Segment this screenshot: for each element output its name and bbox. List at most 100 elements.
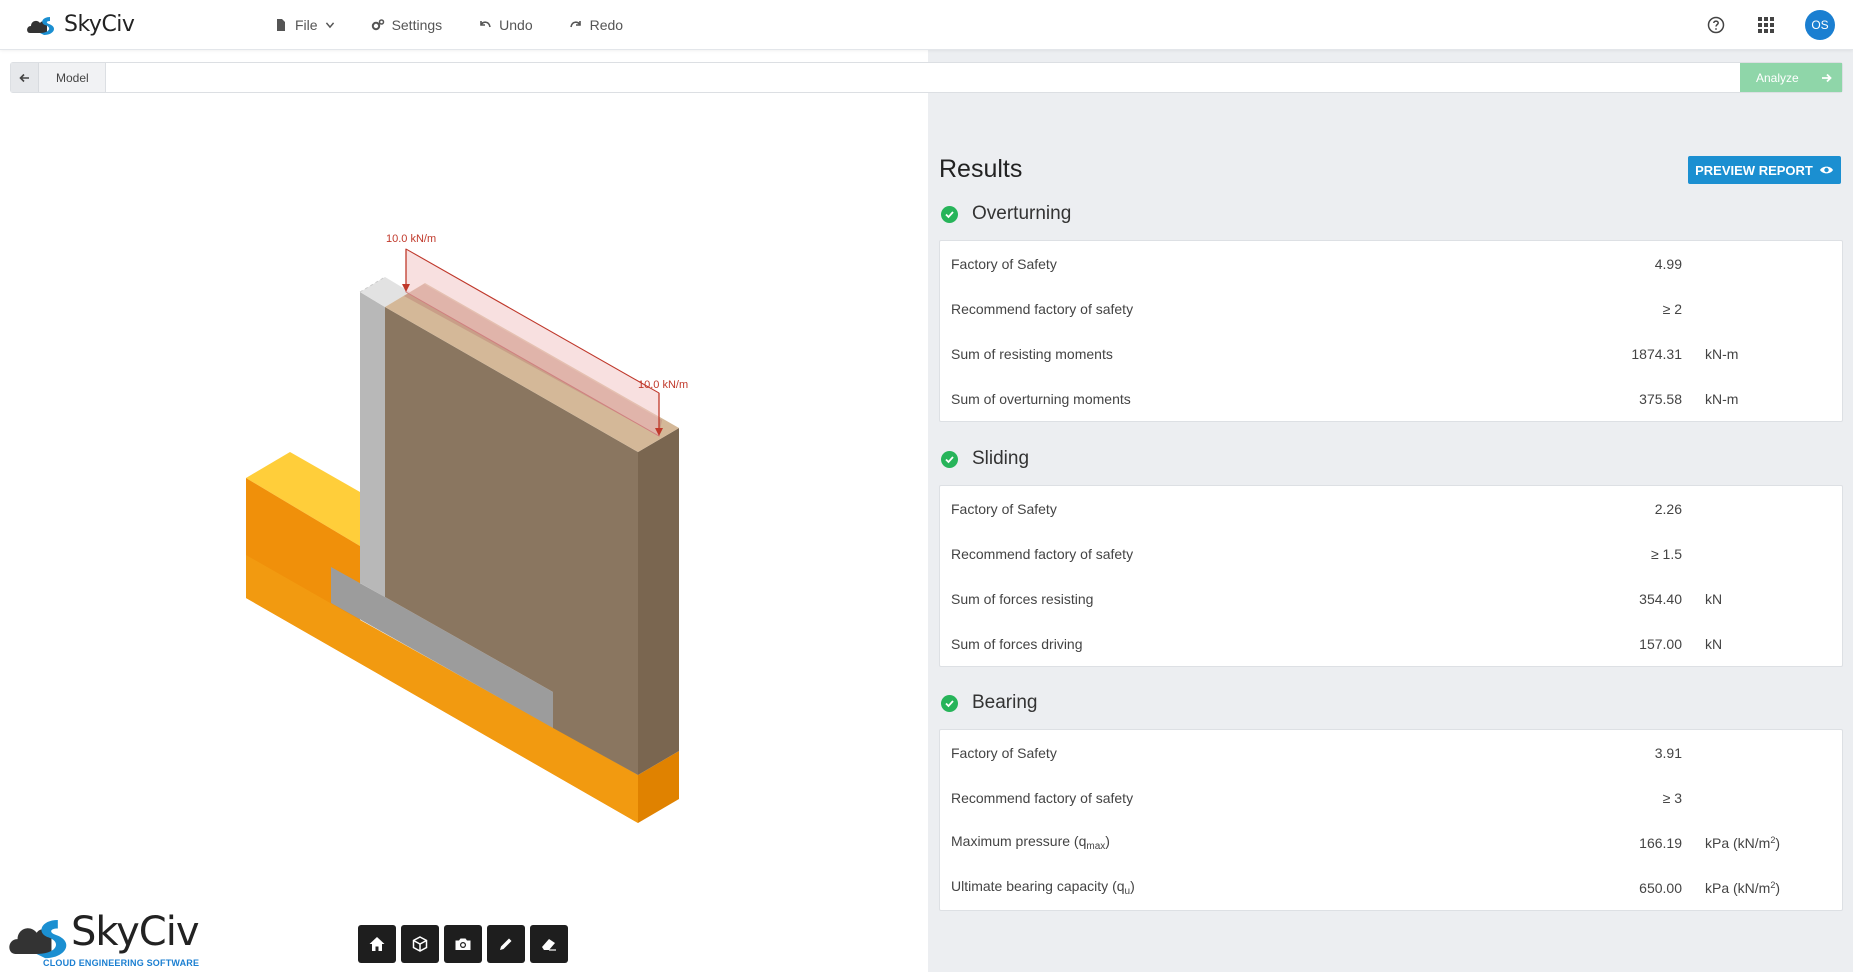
row-label: Factory of Safety xyxy=(951,500,1057,517)
row-value: 166.19 xyxy=(1639,834,1682,851)
stem-left-face xyxy=(360,292,385,597)
row-unit: kPa (kN/m2) xyxy=(1705,880,1780,896)
3d-view-button[interactable] xyxy=(401,925,439,963)
retaining-wall-model: 10.0 kN/m 10.0 kN/m xyxy=(246,233,688,823)
draw-button[interactable] xyxy=(487,925,525,963)
overturning-title: Overturning xyxy=(972,203,1072,224)
row-value: 375.58 xyxy=(1639,390,1682,407)
row-value: ≥ 1.5 xyxy=(1650,545,1682,562)
label-end: ) xyxy=(1105,833,1110,849)
row-unit: kN xyxy=(1705,590,1723,607)
label-end: ) xyxy=(1130,878,1135,894)
breadcrumb-spacer xyxy=(106,63,1740,92)
row-label: Recommend factory of safety xyxy=(951,300,1134,317)
unit-end: ) xyxy=(1775,879,1781,896)
redo-icon xyxy=(569,21,581,28)
table-row: Factory of Safety 3.91 xyxy=(940,730,1842,775)
row-value: 650.00 xyxy=(1639,879,1682,896)
table-row: Sum of forces driving 157.00 kN xyxy=(940,621,1842,666)
user-avatar[interactable]: OS xyxy=(1805,10,1835,40)
analyze-label: Analyze xyxy=(1756,70,1799,85)
table-row: Recommend factory of safety ≥ 3 xyxy=(940,775,1842,820)
results-title: Results xyxy=(939,155,1023,183)
overturning-header: Overturning xyxy=(941,203,1071,225)
erase-button[interactable] xyxy=(530,925,568,963)
apps-grid-button[interactable] xyxy=(1755,14,1777,36)
skyciv-logo-icon xyxy=(9,920,67,959)
table-row: Sum of forces resisting 354.40 kN xyxy=(940,576,1842,621)
label-text: Ultimate bearing capacity (q xyxy=(951,878,1125,894)
step-bar: Model Analyze xyxy=(10,62,1843,93)
breadcrumb-model[interactable]: Model xyxy=(39,63,106,92)
help-icon xyxy=(1707,16,1725,34)
row-label: Recommend factory of safety xyxy=(951,545,1134,562)
table-row: Recommend factory of safety ≥ 1.5 xyxy=(940,531,1842,576)
undo-button[interactable]: Undo xyxy=(478,17,533,33)
row-label: Factory of Safety xyxy=(951,255,1057,272)
back-button[interactable] xyxy=(11,63,39,92)
row-label: Maximum pressure (qmax) xyxy=(951,833,1110,852)
home-icon xyxy=(369,937,385,951)
home-view-button[interactable] xyxy=(358,925,396,963)
undo-icon xyxy=(480,21,491,28)
view-toolbar xyxy=(358,925,568,963)
unit-text: kPa (kN/m xyxy=(1705,834,1771,851)
row-value: 3.91 xyxy=(1654,744,1682,761)
row-label: Factory of Safety xyxy=(951,744,1057,761)
row-value: 354.40 xyxy=(1639,590,1682,607)
row-label: Sum of overturning moments xyxy=(951,390,1131,407)
row-unit: kN xyxy=(1705,635,1723,652)
row-unit: kN-m xyxy=(1705,390,1739,407)
redo-button[interactable]: Redo xyxy=(569,17,623,33)
preview-report-button[interactable]: PREVIEW REPORT xyxy=(1688,156,1841,184)
table-row: Factory of Safety 2.26 xyxy=(940,486,1842,531)
settings-menu[interactable]: Settings xyxy=(371,17,443,33)
undo-label: Undo xyxy=(499,17,533,33)
check-circle-icon xyxy=(941,205,958,223)
help-button[interactable] xyxy=(1705,14,1727,36)
model-3d-view[interactable]: 10.0 kN/m 10.0 kN/m xyxy=(0,100,928,972)
row-unit: kN-m xyxy=(1705,345,1739,362)
watermark-tagline: CLOUD ENGINEERING SOFTWARE xyxy=(43,958,200,968)
row-label: Ultimate bearing capacity (qu) xyxy=(951,878,1135,897)
label-subscript: max xyxy=(1086,841,1106,852)
row-label: Sum of forces resisting xyxy=(951,590,1094,607)
check-circle-icon xyxy=(941,694,958,712)
unit-text: kPa (kN/m xyxy=(1705,879,1771,896)
row-value: 4.99 xyxy=(1654,255,1682,272)
analyze-button[interactable]: Analyze xyxy=(1740,63,1842,92)
table-row: Maximum pressure (qmax) 166.19 kPa (kN/m… xyxy=(940,820,1842,865)
sliding-title: Sliding xyxy=(972,448,1030,469)
brand-logo[interactable]: SkyCiv xyxy=(26,12,135,37)
top-right-actions: OS xyxy=(1705,0,1835,50)
bearing-title: Bearing xyxy=(972,692,1038,713)
sliding-header: Sliding xyxy=(941,448,1029,470)
bearing-header: Bearing xyxy=(941,692,1038,714)
load-label-left: 10.0 kN/m xyxy=(386,233,436,245)
skyciv-logo-icon xyxy=(27,16,55,35)
main-menu: File Settings Undo Redo xyxy=(274,0,623,50)
label-text: Maximum pressure (q xyxy=(951,833,1087,849)
gears-icon xyxy=(371,19,384,31)
chevron-down-icon xyxy=(325,22,334,29)
table-row: Sum of resisting moments 1874.31 kN-m xyxy=(940,331,1842,376)
overturning-card: Factory of Safety 4.99 Recommend factory … xyxy=(939,240,1843,422)
watermark-brand: SkyCiv xyxy=(71,909,200,955)
screenshot-button[interactable] xyxy=(444,925,482,963)
file-menu[interactable]: File xyxy=(274,17,335,33)
soil-right-face xyxy=(638,428,679,775)
settings-label: Settings xyxy=(391,17,443,33)
cube-icon xyxy=(412,936,428,952)
camera-icon xyxy=(455,938,471,950)
row-value: ≥ 3 xyxy=(1662,789,1682,806)
row-value: 2.26 xyxy=(1654,500,1682,517)
check-circle-icon xyxy=(941,450,958,468)
load-label-right: 10.0 kN/m xyxy=(638,379,688,391)
table-row: Recommend factory of safety ≥ 2 xyxy=(940,286,1842,331)
preview-report-label: PREVIEW REPORT xyxy=(1695,162,1813,178)
pencil-icon xyxy=(500,938,512,950)
row-value: 1874.31 xyxy=(1631,345,1682,362)
table-row: Ultimate bearing capacity (qu) 650.00 kP… xyxy=(940,865,1842,910)
sliding-card: Factory of Safety 2.26 Recommend factory … xyxy=(939,485,1843,667)
redo-label: Redo xyxy=(589,17,624,33)
